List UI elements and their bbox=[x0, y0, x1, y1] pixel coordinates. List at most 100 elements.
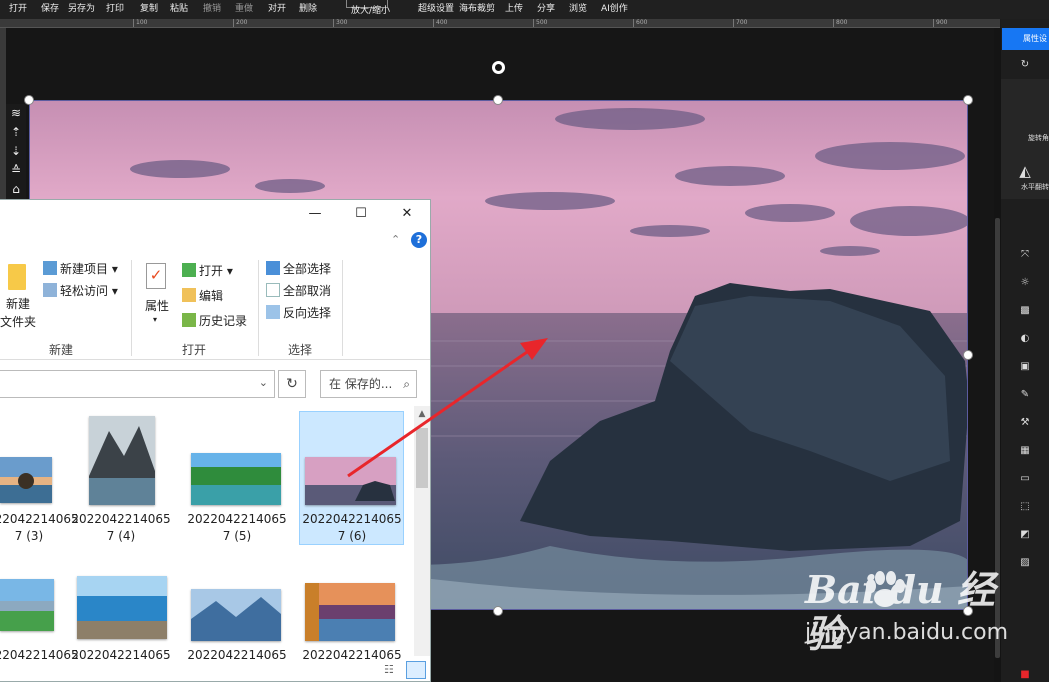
layers-icon[interactable]: ≋ bbox=[6, 104, 26, 123]
layer-bottom-icon[interactable]: ⌂ bbox=[6, 180, 26, 199]
details-view-icon[interactable]: ☷ bbox=[384, 663, 402, 677]
compare-button[interactable]: 对开 bbox=[268, 4, 286, 15]
slash-frame-icon[interactable]: ▨ bbox=[1001, 557, 1049, 568]
minimize-icon[interactable]: — bbox=[307, 206, 323, 222]
resize-handle-bottom[interactable] bbox=[493, 606, 503, 616]
file-name[interactable]: 2022042214065 bbox=[182, 647, 292, 663]
new-folder-label-2[interactable]: 文件夹 bbox=[0, 314, 36, 330]
explorer-scrollbar[interactable]: ▲ bbox=[414, 406, 430, 656]
file-thumbnail[interactable] bbox=[305, 583, 395, 641]
flip-horizontal-icon[interactable]: ◭ bbox=[1001, 162, 1049, 180]
ai-create-button[interactable]: AI创作 bbox=[601, 4, 628, 15]
group-open-label: 打开 bbox=[182, 343, 207, 357]
select-all-button[interactable]: 全部选择 bbox=[266, 261, 331, 277]
file-name[interactable]: 2022042214065 bbox=[182, 511, 292, 527]
history-button[interactable]: 历史记录 bbox=[182, 313, 247, 329]
pen-icon[interactable]: ✎ bbox=[1001, 389, 1049, 400]
collapse-ribbon-icon[interactable]: ⌃ bbox=[391, 233, 400, 246]
easy-access-icon bbox=[43, 283, 57, 297]
magic-wand-icon[interactable]: ⚒ bbox=[1001, 417, 1049, 428]
ruler-mark: 100 bbox=[133, 19, 147, 27]
baidu-watermark: Bai du 经验 jingyan.baidu.com bbox=[805, 568, 1008, 663]
new-item-icon bbox=[43, 261, 57, 275]
share-button[interactable]: 分享 bbox=[537, 4, 555, 15]
copy-button[interactable]: 复制 bbox=[140, 4, 158, 15]
gradient-icon[interactable]: ◩ bbox=[1001, 529, 1049, 540]
new-folder-label-1[interactable]: 新建 bbox=[6, 296, 30, 312]
invert-selection-button[interactable]: 反向选择 bbox=[266, 305, 331, 321]
refresh-button[interactable]: ↻ bbox=[278, 370, 306, 398]
rotate-handle[interactable] bbox=[492, 61, 505, 74]
save-as-button[interactable]: 另存为 bbox=[68, 4, 95, 15]
address-bar[interactable]: ⌄ bbox=[0, 370, 275, 398]
search-input[interactable]: 在 保存的... ⌕ bbox=[320, 370, 417, 398]
history-icon bbox=[182, 313, 196, 327]
edit-label: 编辑 bbox=[199, 289, 224, 303]
layer-down-icon[interactable]: ⇣ bbox=[6, 142, 26, 161]
scroll-up-icon[interactable]: ▲ bbox=[414, 406, 430, 422]
brightness-icon[interactable]: ☼ bbox=[1001, 277, 1049, 288]
resize-handle-right[interactable] bbox=[963, 350, 973, 360]
photo-frame-icon[interactable]: ▭ bbox=[1001, 473, 1049, 484]
print-button[interactable]: 打印 bbox=[106, 4, 124, 15]
browse-button[interactable]: 浏览 bbox=[569, 4, 587, 15]
edit-button[interactable]: 编辑 bbox=[182, 288, 223, 304]
properties-dropdown-icon[interactable]: ▾ bbox=[153, 312, 157, 328]
select-none-icon bbox=[266, 283, 280, 297]
select-region-icon[interactable]: ⬚ bbox=[1001, 501, 1049, 512]
select-none-button[interactable]: 全部取消 bbox=[266, 283, 331, 299]
resize-handle-top[interactable] bbox=[493, 95, 503, 105]
delete-button[interactable]: 删除 bbox=[299, 4, 317, 15]
file-thumbnail[interactable] bbox=[0, 579, 54, 631]
file-thumbnail[interactable] bbox=[0, 457, 52, 503]
file-thumbnail[interactable] bbox=[77, 576, 167, 639]
upload-button[interactable]: 上传 bbox=[505, 4, 523, 15]
paste-button[interactable]: 粘贴 bbox=[170, 4, 188, 15]
address-dropdown-icon[interactable]: ⌄ bbox=[259, 376, 268, 389]
explorer-scroll-thumb[interactable] bbox=[416, 428, 428, 488]
canvas-scrollbar[interactable] bbox=[994, 28, 1001, 682]
file-name[interactable]: 2022042214065 bbox=[66, 511, 176, 527]
maximize-icon[interactable]: ☐ bbox=[353, 206, 369, 222]
reset-icon[interactable]: ↻ bbox=[1001, 59, 1049, 70]
top-toolbar: 打开 保存 另存为 打印 复制 粘贴 撤销 重做 对开 删除 放大/缩小 超级设… bbox=[0, 0, 1049, 19]
ruler-mark: 800 bbox=[833, 19, 847, 27]
tab-properties[interactable]: 属性设 bbox=[1002, 28, 1049, 50]
new-item-label: 新建项目 bbox=[60, 262, 109, 276]
grid-icon[interactable]: ▦ bbox=[1001, 445, 1049, 456]
layer-up-icon[interactable]: ⇡ bbox=[6, 123, 26, 142]
contrast-icon[interactable]: ◐ bbox=[1001, 333, 1049, 344]
layer-top-icon[interactable]: ≙ bbox=[6, 161, 26, 180]
file-thumbnail[interactable] bbox=[191, 453, 281, 505]
crop-icon[interactable]: ⤧ bbox=[1001, 249, 1049, 260]
frame-icon[interactable]: ▣ bbox=[1001, 361, 1049, 372]
close-icon[interactable]: ✕ bbox=[399, 206, 415, 222]
crop-button[interactable]: 海布裁剪 bbox=[459, 4, 495, 15]
file-thumbnail[interactable] bbox=[89, 416, 155, 505]
file-thumbnail[interactable] bbox=[191, 589, 281, 641]
resize-handle-top-right[interactable] bbox=[963, 95, 973, 105]
mosaic-icon[interactable]: ▩ bbox=[1001, 305, 1049, 316]
help-icon[interactable]: ? bbox=[411, 232, 427, 248]
large-icons-view-icon[interactable] bbox=[406, 661, 426, 679]
file-name[interactable]: 2022042214065 bbox=[66, 647, 176, 663]
watermark-url: jingyan.baidu.com bbox=[805, 620, 1009, 645]
file-thumbnail[interactable] bbox=[305, 457, 396, 505]
save-button[interactable]: 保存 bbox=[41, 4, 59, 15]
group-new-label: 新建 bbox=[49, 343, 74, 357]
super-settings-button[interactable]: 超级设置 bbox=[418, 4, 454, 15]
file-name-suffix[interactable]: 7 (6) bbox=[297, 528, 407, 544]
open-file-button[interactable]: 打开 ▾ bbox=[182, 263, 233, 279]
scrollbar-thumb[interactable] bbox=[995, 218, 1000, 658]
redo-button[interactable]: 重做 bbox=[235, 4, 253, 15]
open-button[interactable]: 打开 bbox=[9, 4, 27, 15]
file-name-suffix[interactable]: 7 (4) bbox=[66, 528, 176, 544]
file-name-suffix[interactable]: 7 (5) bbox=[182, 528, 292, 544]
zoom-label[interactable]: 放大/缩小 bbox=[351, 6, 390, 17]
flip-horizontal-label: 水平翻转 bbox=[1021, 183, 1049, 191]
property-panel: 属性设 ↻ 旋转角 ◭ 水平翻转 ⤧ ☼ ▩ ◐ ▣ ✎ ⚒ ▦ ▭ ⬚ ◩ ▨… bbox=[1001, 19, 1049, 682]
undo-button[interactable]: 撤销 bbox=[203, 4, 221, 15]
file-name[interactable]: 2022042214065 bbox=[297, 511, 407, 527]
new-item-button[interactable]: 新建项目 ▾ bbox=[43, 261, 118, 277]
easy-access-button[interactable]: 轻松访问 ▾ bbox=[43, 283, 118, 299]
